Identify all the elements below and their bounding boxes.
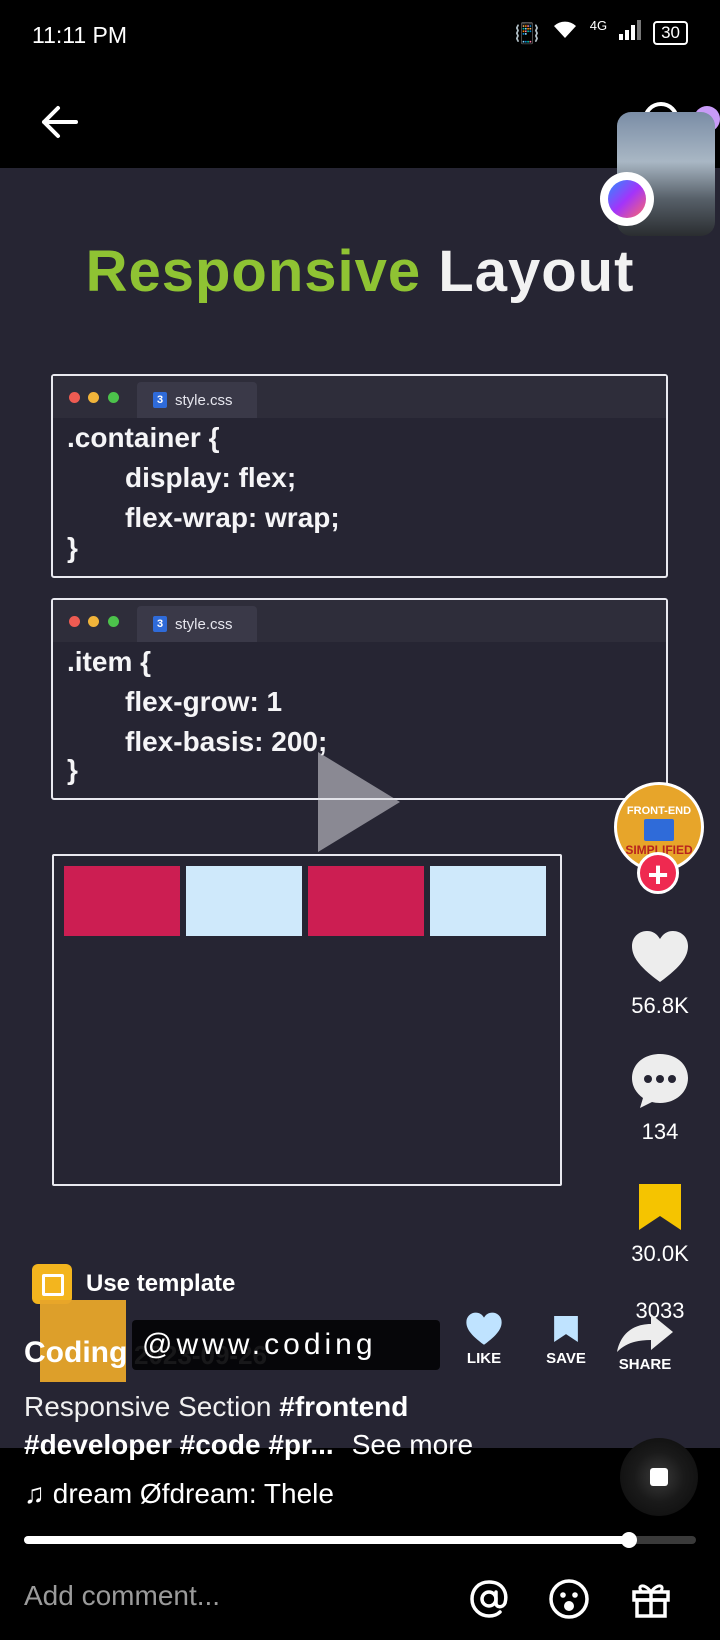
code-lines: .container { display: flex; flex-wrap: w…	[53, 418, 666, 566]
creator-avatar-line1: FRONT-END	[626, 805, 692, 817]
music-disc-icon[interactable]	[620, 1438, 698, 1516]
hashtag[interactable]: #frontend	[279, 1391, 408, 1422]
back-arrow-icon	[42, 106, 78, 138]
mini-save-button[interactable]: SAVE	[540, 1312, 592, 1367]
caption-line-2: #developer #code #pr... See more	[24, 1426, 584, 1464]
wifi-icon	[552, 20, 578, 46]
status-time: 11:11 PM	[32, 22, 128, 48]
comment-bar: Add comment...	[0, 1560, 720, 1640]
like-button[interactable]: 56.8K	[612, 930, 708, 1019]
title-word-responsive: Responsive	[85, 239, 422, 304]
mention-icon[interactable]	[468, 1578, 510, 1620]
music-ticker[interactable]: ♫ dream Øfdream: Thele	[24, 1478, 384, 1510]
heart-icon	[632, 931, 688, 982]
favorite-button[interactable]: 30.0K	[612, 1182, 708, 1267]
heart-icon	[466, 1312, 502, 1345]
watermark-overlay: @www.coding	[132, 1320, 440, 1370]
mini-like-button[interactable]: LIKE	[460, 1312, 508, 1367]
window-dot-green	[108, 616, 119, 627]
flex-item-demo	[64, 866, 180, 936]
use-template-label: Use template	[86, 1270, 236, 1297]
file-name: style.css	[175, 391, 233, 409]
top-nav	[0, 72, 720, 168]
battery-indicator: 30	[653, 21, 688, 45]
see-more-link[interactable]: See more	[352, 1429, 473, 1460]
code-line: .item {	[67, 646, 152, 677]
file-tab: 3 style.css	[137, 382, 257, 418]
caption-line-1: Responsive Section #frontend	[24, 1388, 584, 1426]
file-tab: 3 style.css	[137, 606, 257, 642]
like-count: 56.8K	[631, 993, 689, 1018]
code-line: }	[67, 532, 78, 563]
author-row[interactable]: Coding 2023-09-26 @www.coding	[24, 1300, 444, 1382]
progress-handle[interactable]	[620, 1532, 637, 1548]
window-dot-yellow	[88, 392, 99, 403]
code-snippet-container: 3 style.css .container { display: flex; …	[51, 374, 668, 578]
window-dot-red	[69, 616, 80, 627]
signal-icon	[619, 20, 642, 46]
messenger-icon[interactable]	[600, 172, 654, 226]
template-icon	[32, 1264, 72, 1304]
editor-tab-bar: 3 style.css	[53, 600, 666, 642]
mini-share-button[interactable]: SHARE	[612, 1312, 678, 1373]
hashtags[interactable]: #developer #code #pr...	[24, 1429, 334, 1460]
window-dot-red	[69, 392, 80, 403]
code-line: flex-grow: 1	[125, 686, 283, 717]
css-file-icon: 3	[153, 392, 167, 408]
caption-text: Responsive Section	[24, 1391, 272, 1422]
gift-icon[interactable]	[630, 1578, 672, 1620]
comment-bubble-icon	[632, 1054, 688, 1108]
window-dot-green	[108, 392, 119, 403]
author-name[interactable]: Coding	[24, 1336, 127, 1370]
play-icon[interactable]	[318, 752, 400, 852]
video-progress-bar[interactable]	[24, 1532, 696, 1548]
css3-logo-icon	[644, 819, 674, 841]
mini-like-label: LIKE	[466, 1350, 502, 1367]
file-name: style.css	[175, 615, 233, 633]
status-icons: 📳 4G 30	[514, 17, 688, 46]
emoji-icon[interactable]	[548, 1578, 590, 1620]
progress-fill	[24, 1536, 629, 1544]
share-arrow-icon	[617, 1314, 673, 1352]
video-title: Responsive Layout	[0, 238, 720, 305]
flex-demo-frame	[52, 854, 562, 1186]
follow-button[interactable]: +	[637, 852, 679, 895]
bookmark-icon	[639, 1184, 681, 1230]
comment-count: 134	[641, 1119, 679, 1144]
code-line: .container {	[67, 422, 220, 453]
flex-item-demo	[430, 866, 546, 936]
vibrate-icon: 📳	[514, 22, 540, 45]
save-count: 30.0K	[631, 1241, 689, 1266]
comment-input[interactable]: Add comment...	[24, 1580, 220, 1612]
flex-item-demo	[186, 866, 302, 936]
network-type: 4G	[589, 17, 608, 33]
bookmark-icon	[554, 1316, 578, 1342]
editor-tab-bar: 3 style.css	[53, 376, 666, 418]
window-dot-yellow	[88, 616, 99, 627]
mini-save-label: SAVE	[546, 1350, 586, 1367]
title-word-layout: Layout	[438, 239, 635, 304]
code-line: flex-wrap: wrap;	[125, 502, 340, 533]
code-line: display: flex;	[125, 462, 297, 493]
comment-button[interactable]: 134	[612, 1052, 708, 1145]
status-bar: 11:11 PM 📳 4G 30	[0, 0, 720, 72]
css-file-icon: 3	[153, 616, 167, 632]
flex-item-demo	[308, 866, 424, 936]
video-caption[interactable]: Responsive Section #frontend #developer …	[24, 1388, 584, 1464]
mini-share-label: SHARE	[618, 1356, 672, 1373]
use-template-button[interactable]: Use template	[32, 1264, 235, 1304]
back-button[interactable]	[36, 98, 84, 146]
